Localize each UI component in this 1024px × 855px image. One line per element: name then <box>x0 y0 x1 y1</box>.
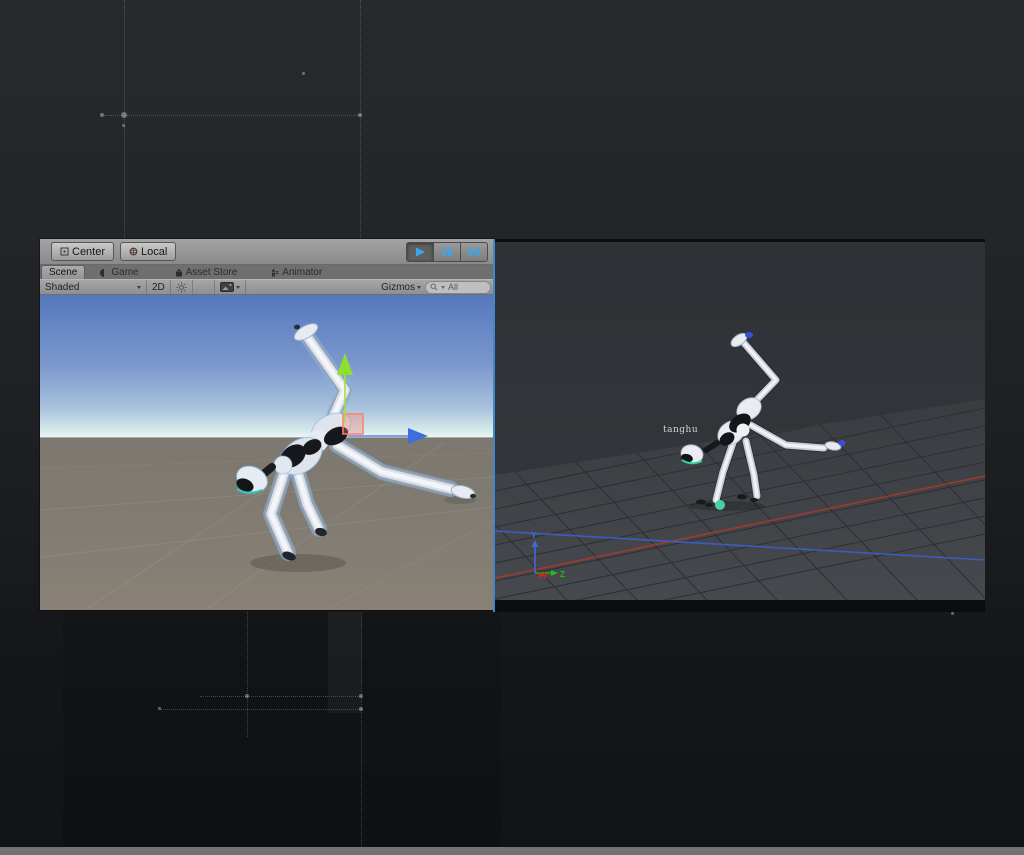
chevron-down-icon <box>441 286 445 289</box>
sun-icon <box>176 282 187 293</box>
globe-icon <box>129 247 138 256</box>
pivot-icon <box>60 247 69 256</box>
tab-asset-store-label: Asset Store <box>186 267 238 278</box>
simulation-viewer-panel[interactable]: Y Z <box>493 239 985 612</box>
decor-dot <box>121 112 127 118</box>
play-button[interactable] <box>406 242 434 262</box>
tab-animator-label: Animator <box>282 267 322 278</box>
draw-mode-label: Shaded <box>45 282 79 293</box>
unity-editor-window: Center Local <box>40 239 493 610</box>
pivot-center-label: Center <box>72 246 105 258</box>
decor-dotted-line <box>360 0 361 238</box>
tab-game-label: Game <box>111 267 138 278</box>
handle-local-label: Local <box>141 246 167 258</box>
toggle-2d-button[interactable]: 2D <box>147 280 171 294</box>
chevron-down-icon <box>417 286 421 289</box>
gizmos-label: Gizmos <box>381 282 415 293</box>
foot-tip <box>294 325 300 330</box>
asset-store-icon <box>175 269 183 277</box>
decor-dot <box>359 707 363 711</box>
step-button[interactable] <box>461 242 488 262</box>
pause-icon <box>440 246 454 258</box>
contact-marker-teal <box>715 500 725 510</box>
chevron-down-icon <box>236 286 240 289</box>
axis-z-label: Z <box>560 570 565 579</box>
scene-render <box>40 295 493 610</box>
robot-head <box>232 461 272 496</box>
decor-dotted-line <box>160 709 362 710</box>
decor-dot <box>951 612 954 615</box>
scene-audio-button[interactable] <box>193 280 215 294</box>
decor-dotted-line <box>200 696 362 697</box>
tab-scene[interactable]: Scene <box>41 265 85 279</box>
speaker-muted-icon <box>198 282 209 293</box>
taskbar <box>0 847 1024 855</box>
letterbox-top <box>495 239 985 242</box>
playback-controls <box>406 242 488 262</box>
decor-dot <box>158 707 161 710</box>
chevron-down-icon <box>137 286 141 289</box>
viewer-render: Y Z <box>495 239 985 612</box>
axis-y-label: Y <box>531 531 537 540</box>
transform-gizmo <box>337 353 428 444</box>
step-icon <box>467 246 481 258</box>
gizmos-dropdown[interactable]: Gizmos <box>381 282 421 293</box>
tab-scene-label: Scene <box>49 267 77 278</box>
search-icon <box>430 283 438 291</box>
foot-tip <box>470 494 476 498</box>
plane-handle[interactable] <box>343 414 363 434</box>
scene-search-input[interactable]: All <box>425 281 491 294</box>
humanoid-robot[interactable] <box>232 320 476 562</box>
decor-dotted-line <box>124 0 125 238</box>
game-view-icon <box>100 269 108 277</box>
hand-tip-blue <box>839 440 846 446</box>
decor-shade-rect <box>63 612 501 855</box>
animator-icon <box>271 269 279 277</box>
decor-dot <box>358 113 362 117</box>
scene-viewport[interactable] <box>40 295 493 610</box>
tab-asset-store[interactable]: Asset Store <box>168 266 245 279</box>
play-icon <box>413 246 427 258</box>
scene-view-toolbar: Shaded 2D Gizmos <box>40 279 493 295</box>
tab-game[interactable]: Game <box>93 266 145 279</box>
decor-dot <box>122 124 125 127</box>
decor-dot <box>359 694 363 698</box>
toggle-2d-label: 2D <box>152 282 165 293</box>
scene-search-value: All <box>448 282 458 292</box>
letterbox-bottom <box>495 600 985 612</box>
draw-mode-dropdown[interactable]: Shaded <box>40 280 147 294</box>
decor-strip <box>328 612 361 713</box>
foot-tip-blue <box>745 332 753 338</box>
scene-effects-dropdown[interactable] <box>215 280 246 294</box>
handle-local-button[interactable]: Local <box>120 242 176 261</box>
decor-dot <box>302 72 305 75</box>
scene-lighting-button[interactable] <box>171 280 193 294</box>
decor-dotted-line <box>247 612 248 737</box>
pause-button[interactable] <box>434 242 461 262</box>
decor-dot <box>245 694 249 698</box>
decor-dot <box>100 113 104 117</box>
character-shadow <box>250 554 346 572</box>
pivot-center-button[interactable]: Center <box>51 242 114 261</box>
view-tab-bar: Scene Game Asset Store Animator <box>40 265 493 279</box>
tab-animator[interactable]: Animator <box>264 266 329 279</box>
agent-name-label: tanghu <box>663 425 698 435</box>
unity-main-toolbar: Center Local <box>40 239 493 265</box>
image-icon <box>220 282 234 292</box>
decor-dotted-line <box>361 612 362 855</box>
decor-dotted-line <box>104 115 362 116</box>
